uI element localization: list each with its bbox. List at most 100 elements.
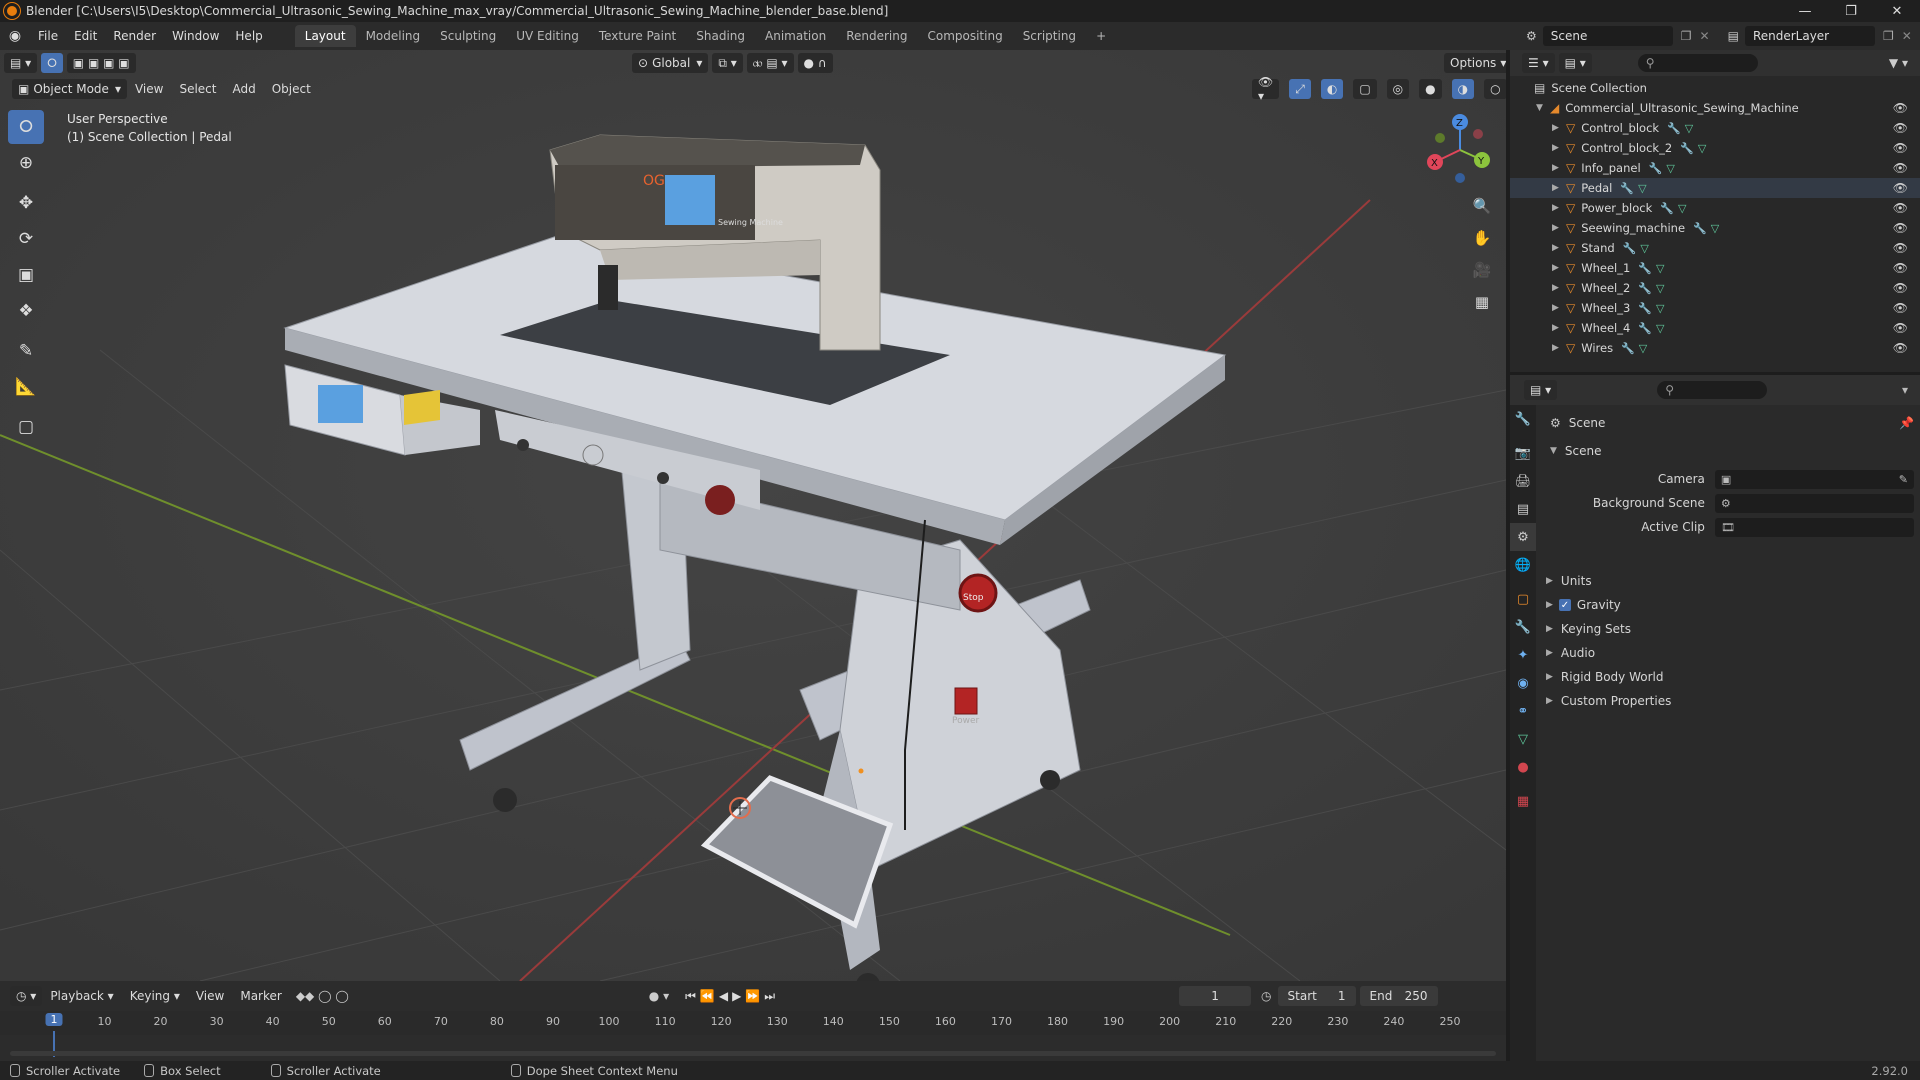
menu-help[interactable]: Help <box>227 29 270 43</box>
snap-button[interactable]: ⧞ ▤ ▾ <box>746 53 794 73</box>
select-box-modes[interactable]: ▣ ▣ ▣ ▣ <box>66 53 136 73</box>
expand-arrow-icon[interactable]: ▶ <box>1552 143 1562 153</box>
active-clip-field[interactable]: 🎞 <box>1714 517 1914 537</box>
zoom-icon[interactable]: 🔍 <box>1468 192 1496 220</box>
playhead[interactable]: 1 <box>45 1013 63 1026</box>
view-layer-tab-icon[interactable]: ▤ <box>1510 495 1536 523</box>
outliner-object-row[interactable]: ▶ ▽ Stand 🔧 ▽ 👁 <box>1510 238 1920 258</box>
visibility-eye-icon[interactable]: 👁 <box>1893 201 1908 215</box>
playback-menu[interactable]: Playback ▾ <box>42 989 121 1003</box>
annotate-tool-icon[interactable]: ✎ <box>8 334 44 368</box>
visibility-eye-icon[interactable]: 👁 <box>1893 181 1908 195</box>
timeline-editor-type-icon[interactable]: ◷ ▾ <box>10 986 43 1006</box>
menu-window[interactable]: Window <box>164 29 227 43</box>
shading-rendered-icon[interactable]: ○ <box>1484 79 1506 99</box>
pin-icon[interactable]: 📌 <box>1899 416 1914 430</box>
custom-properties-section[interactable]: ▶ Custom Properties <box>1510 689 1920 713</box>
visibility-eye-icon[interactable]: 👁 <box>1893 101 1908 115</box>
visibility-eye-icon[interactable]: 👁 <box>1893 241 1908 255</box>
options-button[interactable]: Options ▾ <box>1444 53 1506 73</box>
properties-search-input[interactable]: ⚲ <box>1657 381 1768 399</box>
eyedropper-icon[interactable]: ✎ <box>1899 473 1908 486</box>
new-view-layer-icon[interactable]: ❐ <box>1883 29 1894 43</box>
outliner-scene-collection[interactable]: ▤ Scene Collection <box>1510 78 1920 98</box>
data-tab-icon[interactable]: ▽ <box>1510 725 1536 753</box>
outliner-object-row[interactable]: ▶ ▽ Wheel_1 🔧 ▽ 👁 <box>1510 258 1920 278</box>
current-frame-field[interactable]: 1 <box>1179 986 1252 1006</box>
gravity-section[interactable]: ▶ ✓ Gravity <box>1510 593 1920 617</box>
3d-viewport[interactable]: OG Sewing Machine Stop Power ▤ ▾ ⭘ ▣ ▣ ▣… <box>0 50 1506 981</box>
pivot-point-button[interactable]: ⧉ ▾ <box>712 53 743 73</box>
outliner-object-row[interactable]: ▶ ▽ Control_block_2 🔧 ▽ 👁 <box>1510 138 1920 158</box>
delete-scene-icon[interactable]: ✕ <box>1700 29 1710 43</box>
outliner-object-row[interactable]: ▶ ▽ Wheel_2 🔧 ▽ 👁 <box>1510 278 1920 298</box>
tab-shading[interactable]: Shading <box>686 25 755 47</box>
new-scene-icon[interactable]: ❐ <box>1681 29 1692 43</box>
scene-panel-header[interactable]: ▼ Scene <box>1544 439 1914 463</box>
expand-arrow-icon[interactable]: ▶ <box>1552 343 1562 353</box>
view-layer-selector[interactable]: RenderLayer <box>1744 26 1875 46</box>
timeline-view-menu[interactable]: View <box>188 989 232 1003</box>
select-menu[interactable]: Select <box>171 82 224 96</box>
start-frame-field[interactable]: Start 1 <box>1277 986 1356 1006</box>
tab-layout[interactable]: Layout <box>294 25 356 47</box>
transform-tool-icon[interactable]: ❖ <box>8 294 44 328</box>
select-tool-icon[interactable]: ⭘ <box>8 110 44 144</box>
expand-arrow-icon[interactable]: ▶ <box>1552 163 1562 173</box>
measure-tool-icon[interactable]: 📐 <box>8 370 44 404</box>
expand-arrow-icon[interactable]: ▶ <box>1552 323 1562 333</box>
audio-section[interactable]: ▶ Audio <box>1510 641 1920 665</box>
view-menu[interactable]: View <box>127 82 171 96</box>
background-scene-field[interactable]: ⚙ <box>1714 493 1914 513</box>
expand-arrow-icon[interactable]: ▶ <box>1552 183 1562 193</box>
rigid-body-world-section[interactable]: ▶ Rigid Body World <box>1510 665 1920 689</box>
gizmo-toggle-icon[interactable]: ⤢ <box>1289 79 1311 99</box>
shading-wireframe-icon[interactable]: ◎ <box>1386 79 1410 99</box>
record-icon[interactable]: ● ▾ <box>649 989 669 1003</box>
material-tab-icon[interactable]: ● <box>1510 753 1536 781</box>
tab-animation[interactable]: Animation <box>755 25 836 47</box>
visibility-eye-icon[interactable]: 👁 <box>1893 121 1908 135</box>
chevron-down-icon[interactable]: ▾ <box>1902 383 1908 397</box>
outliner-object-row[interactable]: ▶ ▽ Wheel_4 🔧 ▽ 👁 <box>1510 318 1920 338</box>
units-section[interactable]: ▶ Units <box>1510 569 1920 593</box>
object-menu[interactable]: Object <box>264 82 319 96</box>
navigation-gizmo[interactable]: Z Y X <box>1420 110 1500 190</box>
tab-texture-paint[interactable]: Texture Paint <box>589 25 686 47</box>
add-menu[interactable]: Add <box>224 82 263 96</box>
camera-field[interactable]: ▣ ✎ <box>1714 469 1914 489</box>
timeline-scrollbar[interactable] <box>10 1051 1496 1056</box>
delete-view-layer-icon[interactable]: ✕ <box>1902 29 1912 43</box>
close-icon[interactable]: ✕ <box>1874 0 1920 22</box>
menu-edit[interactable]: Edit <box>66 29 105 43</box>
expand-arrow-icon[interactable]: ▶ <box>1552 283 1562 293</box>
end-frame-field[interactable]: End 250 <box>1359 986 1438 1006</box>
outliner-object-row[interactable]: ▶ ▽ Pedal 🔧 ▽ 👁 <box>1510 178 1920 198</box>
outliner-search-input[interactable]: ⚲ <box>1637 54 1758 72</box>
overlay-toggle-icon[interactable]: ◐ <box>1320 79 1344 99</box>
properties-editor-type-icon[interactable]: ▤ ▾ <box>1524 380 1558 400</box>
expand-arrow-icon[interactable]: ▶ <box>1552 263 1562 273</box>
tab-scripting[interactable]: Scripting <box>1013 25 1086 47</box>
expand-arrow-icon[interactable]: ▼ <box>1536 103 1546 113</box>
rotate-tool-icon[interactable]: ⟳ <box>8 222 44 256</box>
expand-arrow-icon[interactable]: ▶ <box>1552 203 1562 213</box>
visibility-eye-icon[interactable]: 👁 <box>1893 161 1908 175</box>
tab-modeling[interactable]: Modeling <box>356 25 431 47</box>
expand-arrow-icon[interactable]: ▶ <box>1552 243 1562 253</box>
blender-menu-icon[interactable]: ◉ <box>0 28 30 44</box>
scale-tool-icon[interactable]: ▣ <box>8 258 44 292</box>
visibility-eye-icon[interactable]: 👁 <box>1893 221 1908 235</box>
expand-arrow-icon[interactable]: ▶ <box>1552 123 1562 133</box>
tool-tab-icon[interactable]: 🔧 <box>1510 405 1536 433</box>
texture-tab-icon[interactable]: ▦ <box>1510 787 1536 815</box>
menu-file[interactable]: File <box>30 29 66 43</box>
add-workspace-button[interactable]: + <box>1086 25 1116 47</box>
outliner-object-row[interactable]: ▶ ▽ Control_block 🔧 ▽ 👁 <box>1510 118 1920 138</box>
move-tool-icon[interactable]: ✥ <box>8 186 44 220</box>
shading-material-icon[interactable]: ◑ <box>1451 79 1475 99</box>
keyframe-icons[interactable]: ◆◆ ◯ ◯ <box>296 989 349 1003</box>
shading-solid-icon[interactable]: ● <box>1419 79 1442 99</box>
proportional-edit-button[interactable]: ● ∩ <box>797 53 833 73</box>
tab-uv-editing[interactable]: UV Editing <box>506 25 589 47</box>
